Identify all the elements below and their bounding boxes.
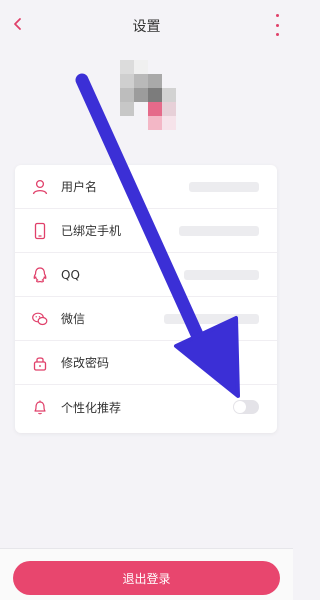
setting-label: 修改密码 [61,356,110,370]
bell-icon [30,397,50,417]
avatar-pixel [120,88,134,102]
avatar-pixel [162,102,176,116]
avatar-pixel [120,102,134,116]
page-title: 设置 [132,19,161,35]
setting-label: QQ [61,267,80,282]
setting-label: 微信 [61,312,86,326]
more-vertical-icon [275,14,279,17]
setting-label: 个性化推荐 [61,400,122,415]
more-button[interactable] [269,14,285,36]
setting-row-wechat[interactable]: 微信 [15,297,277,341]
more-dot [275,33,279,36]
user-icon [30,177,50,197]
avatar-pixel [162,116,176,130]
lock-icon [30,353,50,373]
setting-row-phone[interactable]: 已绑定手机 [15,209,277,253]
more-dot [275,23,279,27]
setting-row-personalized: 个性化推荐 [15,385,277,429]
setting-label: 已绑定手机 [61,224,122,238]
setting-row-qq[interactable]: QQ [15,253,277,297]
settings-card: 用户名 已绑定手机 QQ 微信 修改密码 个性化推荐 [15,165,277,433]
chevron-left-icon [14,18,21,30]
qq-icon [30,265,50,285]
top-bar: 设置 [0,0,293,52]
avatar-pixel [134,74,148,88]
avatar-pixel [120,60,134,74]
avatar-pixel [120,74,134,88]
avatar-pixel [148,88,162,102]
avatar-pixel [148,116,162,130]
wechat-value [164,314,259,324]
avatar[interactable] [120,60,190,140]
setting-row-password[interactable]: 修改密码 [15,341,277,385]
setting-row-username[interactable]: 用户名 [15,165,277,209]
avatar-pixel [148,102,162,116]
toggle-knob [234,401,246,413]
logout-button[interactable]: 退出登录 [13,561,280,595]
back-button[interactable] [6,12,30,36]
avatar-pixel [134,60,148,74]
username-value [189,182,259,192]
personalized-toggle[interactable] [233,400,259,414]
phone-icon [30,221,50,241]
wechat-icon [30,309,50,329]
avatar-pixel [162,88,176,102]
avatar-pixel [148,74,162,88]
bottom-bar: 退出登录 [0,548,293,600]
avatar-pixel [134,88,148,102]
setting-label: 用户名 [61,180,98,194]
qq-value [184,270,259,280]
phone-value [179,226,259,236]
